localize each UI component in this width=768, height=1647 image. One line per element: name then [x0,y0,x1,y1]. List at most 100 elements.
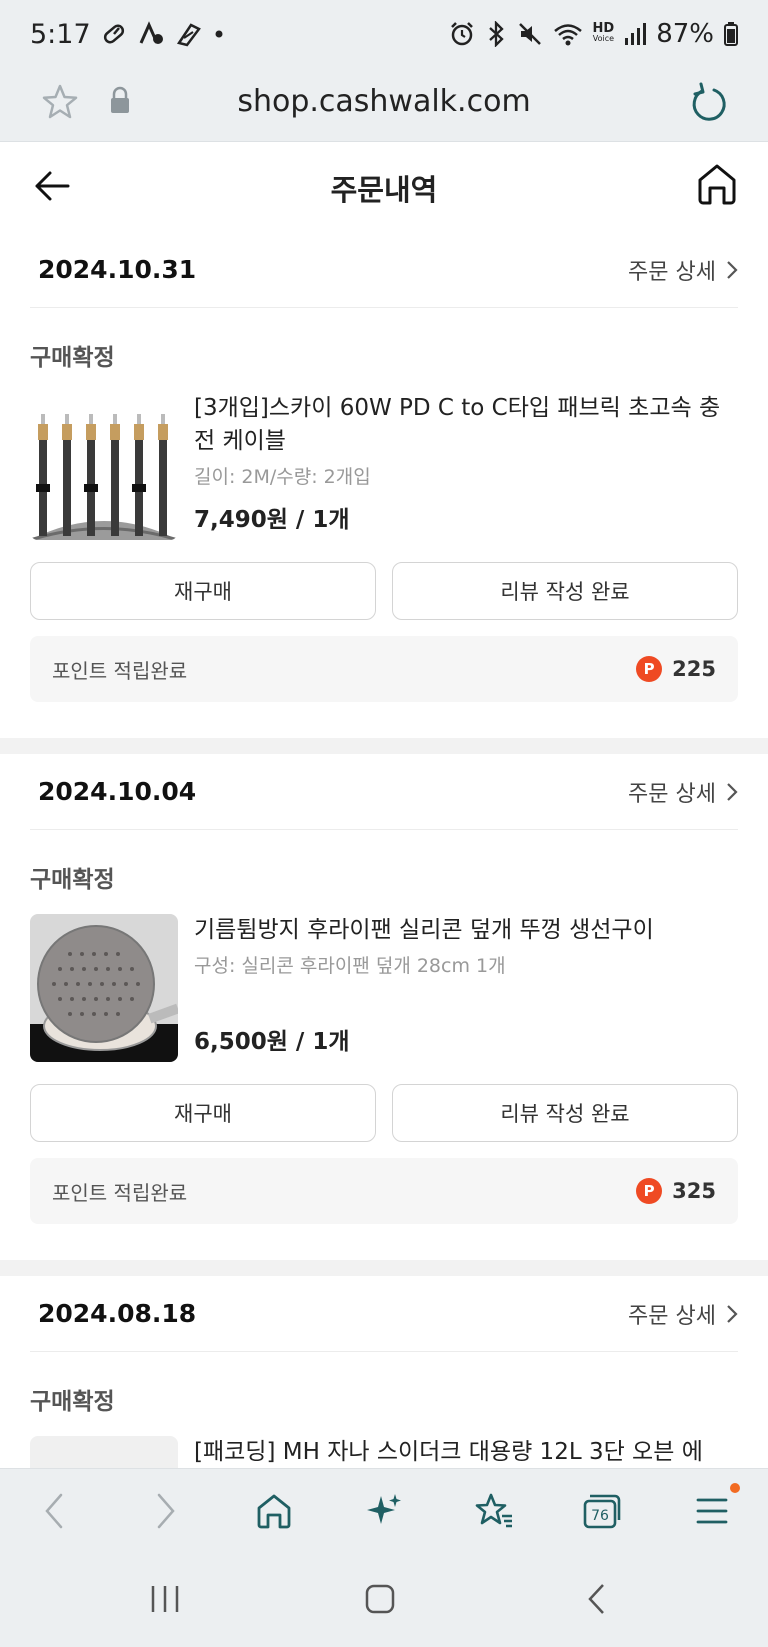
battery-percent: 87% [656,19,714,49]
browser-url-bar: shop.cashwalk.com [0,68,768,142]
hd-voice-icon: HD Voice [592,21,615,44]
order-status: 구매확정 [30,867,115,893]
order-detail-label: 주문 상세 [628,259,716,285]
points-badge-icon: P [636,656,663,682]
system-back-icon[interactable] [586,1582,608,1616]
chevron-left-icon [45,1493,63,1529]
order-status: 구매확정 [30,1389,115,1415]
rebuy-button[interactable]: 재구매 [30,562,376,620]
points-badge-icon: P [636,1178,663,1204]
points-label: 포인트 적립완료 [52,1180,188,1205]
system-home-icon[interactable] [364,1582,396,1616]
url-text[interactable]: shop.cashwalk.com [0,84,768,119]
page-title: 주문내역 [330,173,438,207]
chevron-right-icon [727,260,738,279]
browser-back-button[interactable] [32,1489,76,1533]
order-date: 2024.10.31 [38,255,197,284]
tabs-icon: 76 [583,1494,621,1529]
order-card: 2024.10.04 주문 상세 구매확정 기름튐방지 후라이팬 실리콘 덮개 … [0,754,768,1224]
bluetooth-icon [488,21,504,47]
dot-icon [215,30,223,38]
order-item[interactable]: [3개입]스카이 60W PD C to C타입 패브릭 초고속 충전 케이블 … [30,392,738,540]
order-list: 2024.10.31 주문 상세 구매확정 [3개입]스카이 60W PD C … [0,232,768,1468]
order-date: 2024.10.04 [38,777,197,806]
order-item[interactable]: 기름튐방지 후라이팬 실리콘 덮개 뚜껑 생선구이 구성: 실리콘 후라이팬 덮… [30,914,738,1062]
order-header: 2024.08.18 주문 상세 [30,1276,738,1352]
pill-icon [103,24,124,44]
a-c-notification-icon [139,21,163,44]
browser-bottom-bar: 76 [0,1468,768,1554]
mute-icon [518,23,541,45]
sale-notification-icon [176,23,201,47]
order-card: 2024.10.31 주문 상세 구매확정 [3개입]스카이 60W PD C … [0,232,768,702]
order-header: 2024.10.31 주문 상세 [30,232,738,308]
browser-forward-button[interactable] [144,1489,188,1533]
page-header: 주문내역 [0,142,768,232]
order-detail-link[interactable]: 주문 상세 [628,1298,738,1330]
home-icon[interactable] [696,162,738,206]
chevron-right-icon [157,1493,175,1529]
cable-product-image [30,392,178,540]
reload-icon[interactable] [688,81,728,125]
menu-icon [696,1498,728,1524]
order-date: 2024.08.18 [38,1299,197,1328]
bookmark-list-icon [475,1493,512,1528]
product-info: [3개입]스카이 60W PD C to C타입 패브릭 초고속 충전 케이블 … [194,392,738,540]
notification-dot [730,1483,740,1493]
points-box: 포인트 적립완료 P 325 [30,1158,738,1224]
rebuy-button[interactable]: 재구매 [30,1084,376,1142]
product-price: 6,500원 / 1개 [194,1029,350,1055]
review-complete-button[interactable]: 리뷰 작성 완료 [392,562,738,620]
pan-cover-product-image [30,914,178,1062]
browser-bookmarks-button[interactable] [472,1489,516,1533]
product-info: 기름튐방지 후라이팬 실리콘 덮개 뚜껑 생선구이 구성: 실리콘 후라이팬 덮… [194,914,738,1062]
product-price: 7,490원 / 1개 [194,507,350,533]
voice-label: Voice [592,34,615,43]
order-status: 구매확정 [30,345,115,371]
order-item[interactable]: [패코딩] MH 자나 스이더크 대용량 12L 3단 오븐 에 [30,1436,738,1468]
status-time: 5:17 [30,18,91,50]
system-navigation-bar [0,1554,768,1647]
order-header: 2024.10.04 주문 상세 [30,754,738,830]
product-info: [패코딩] MH 자나 스이더크 대용량 12L 3단 오븐 에 [194,1436,738,1468]
signal-icon [625,23,647,45]
product-option: 길이: 2M/수량: 2개입 [194,466,371,488]
tab-count: 76 [591,1508,609,1524]
product-thumbnail-pan-cover[interactable] [30,914,178,1062]
points-label: 포인트 적립완료 [52,658,188,683]
points-box: 포인트 적립완료 P 225 [30,636,738,702]
wifi-icon [553,24,582,46]
hd-label: HD [592,21,615,36]
product-name[interactable]: [3개입]스카이 60W PD C to C타입 패브릭 초고속 충전 케이블 [194,392,738,458]
order-actions: 재구매 리뷰 작성 완료 [30,562,738,620]
order-card: 2024.08.18 주문 상세 구매확정 [패코딩] MH 자나 스이더크 대… [0,1276,768,1468]
home-icon [257,1494,291,1529]
points-value: 325 [672,1179,716,1203]
product-thumbnail-cables[interactable] [30,392,178,540]
chevron-right-icon [727,782,738,801]
order-detail-link[interactable]: 주문 상세 [628,776,738,808]
sparkle-icon [367,1494,401,1524]
order-detail-link[interactable]: 주문 상세 [628,254,738,286]
points-value-group: P 325 [636,1178,716,1204]
product-thumbnail[interactable] [30,1436,178,1468]
order-detail-label: 주문 상세 [628,1303,716,1329]
alarm-icon [450,22,473,46]
product-name[interactable]: [패코딩] MH 자나 스이더크 대용량 12L 3단 오븐 에 [194,1436,738,1468]
product-name[interactable]: 기름튐방지 후라이팬 실리콘 덮개 뚜껑 생선구이 [194,914,738,947]
browser-home-button[interactable] [252,1489,296,1533]
recent-apps-icon[interactable] [150,1582,180,1616]
browser-tabs-button[interactable]: 76 [580,1489,624,1533]
status-bar: 5:17 HD Voice 87% [0,0,768,68]
review-complete-button[interactable]: 리뷰 작성 완료 [392,1084,738,1142]
battery-icon [724,22,738,46]
chevron-right-icon [727,1304,738,1323]
product-option: 구성: 실리콘 후라이팬 덮개 28cm 1개 [194,955,506,977]
section-divider [0,738,768,754]
points-value: 225 [672,657,716,681]
order-detail-label: 주문 상세 [628,781,716,807]
points-value-group: P 225 [636,656,716,682]
browser-menu-button[interactable] [690,1489,734,1533]
section-divider [0,1260,768,1276]
browser-ai-button[interactable] [362,1489,406,1533]
